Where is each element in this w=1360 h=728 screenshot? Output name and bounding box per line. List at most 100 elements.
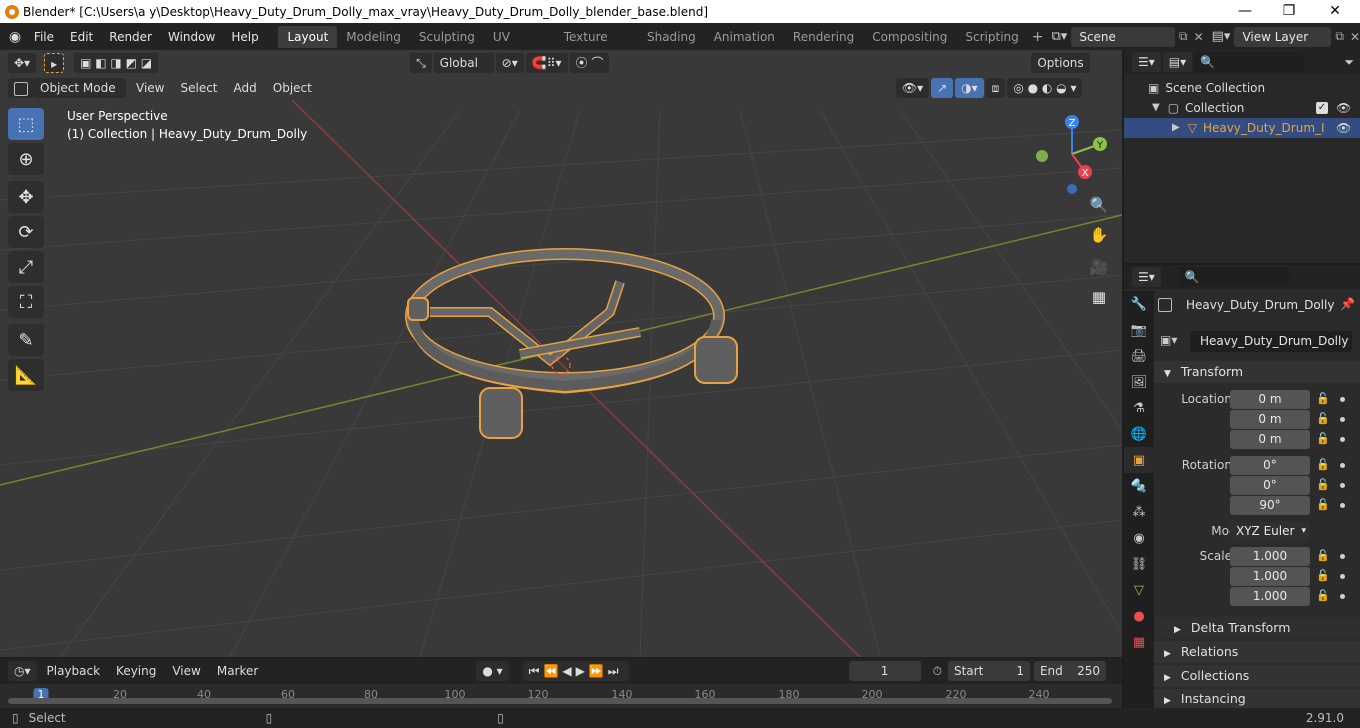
outliner-scene-collection[interactable]: ▣ Scene Collection xyxy=(1124,78,1360,98)
viewport-canvas[interactable] xyxy=(0,50,1122,657)
pan-hand-icon[interactable]: ✋ xyxy=(1086,222,1112,248)
tab-compositing[interactable]: Compositing xyxy=(863,26,956,48)
editor-type-icon[interactable]: ◷▾ xyxy=(8,661,37,681)
proportional-edit-icon[interactable]: ⦿ ⌒ xyxy=(569,52,610,73)
playback-controls[interactable]: ⏮⏪◀▶⏩⏭ xyxy=(522,661,629,681)
rotate-tool-icon[interactable]: ⟳ xyxy=(8,216,44,248)
outliner-search-input[interactable]: 🔍 xyxy=(1194,52,1305,72)
constraints-tab-icon[interactable]: ⛓ xyxy=(1124,551,1154,577)
measure-tool-icon[interactable]: 📐 xyxy=(8,359,44,391)
minimize-button[interactable]: — xyxy=(1222,0,1268,23)
transform-tool-icon[interactable]: ⛶ xyxy=(8,286,44,318)
modifier-tab-icon[interactable]: 🔩 xyxy=(1124,473,1154,499)
maximize-button[interactable]: ❐ xyxy=(1266,0,1312,23)
add-workspace-button[interactable]: + xyxy=(1028,29,1048,45)
object-data-selector-icon[interactable]: ▣▾ xyxy=(1160,333,1177,347)
view-layer-tab-icon[interactable]: 🖼 xyxy=(1124,369,1154,395)
lock-icon[interactable]: 🔓 xyxy=(1316,569,1330,583)
keyframe-dot-icon[interactable] xyxy=(1340,463,1345,468)
filter-icon[interactable]: ⏷ xyxy=(1344,55,1354,70)
mode-icon[interactable] xyxy=(8,78,34,98)
physics-tab-icon[interactable]: ◉ xyxy=(1124,525,1154,551)
lock-icon[interactable]: 🔓 xyxy=(1316,498,1330,512)
new-view-layer-icon[interactable]: ⧉ xyxy=(1335,29,1344,44)
transform-panel-header[interactable]: ▼ Transform xyxy=(1154,361,1360,383)
lock-icon[interactable]: 🔓 xyxy=(1316,549,1330,563)
scale-tool-icon[interactable]: ⤢ xyxy=(8,251,44,283)
location-z-field[interactable]: 0 m xyxy=(1230,430,1310,449)
outliner-object-row[interactable]: ▶ ▽ Heavy_Duty_Drum_I 👁 xyxy=(1124,118,1360,138)
preview-range-icon[interactable]: ⏱ xyxy=(933,664,942,679)
object-tab-icon[interactable]: ▣ xyxy=(1124,447,1154,473)
start-frame-field[interactable]: Start 1 xyxy=(947,661,1030,681)
tab-layout[interactable]: Layout xyxy=(278,25,338,48)
keyframe-dot-icon[interactable] xyxy=(1340,437,1345,442)
output-tab-icon[interactable]: 🖨 xyxy=(1124,343,1154,369)
rotation-z-field[interactable]: 90° xyxy=(1230,496,1310,515)
menu-window[interactable]: Window xyxy=(160,26,223,48)
timeline-ruler[interactable]: 1 20 40 60 80 100 120 140 160 180 200 22… xyxy=(0,685,1122,708)
object-name-field[interactable]: Heavy_Duty_Drum_Dolly xyxy=(1190,331,1352,352)
scale-y-field[interactable]: 1.000 xyxy=(1230,567,1310,586)
tab-modeling[interactable]: Modeling xyxy=(337,26,410,48)
annotate-tool-icon[interactable]: ✎ xyxy=(8,324,44,356)
tool-tab-icon[interactable]: 🔧 xyxy=(1124,291,1154,317)
tab-texture-paint[interactable]: Texture Paint xyxy=(555,26,638,66)
scale-z-field[interactable]: 1.000 xyxy=(1230,587,1310,606)
remove-view-layer-icon[interactable]: ✕ xyxy=(1350,30,1360,44)
snap-icon[interactable]: 🧲⠿▾ xyxy=(525,52,568,73)
mode-dropdown[interactable]: Object Mode xyxy=(34,78,126,98)
collections-panel-header[interactable]: ▶ Collections xyxy=(1154,665,1360,687)
gizmo-toggle-icon[interactable]: ↗ xyxy=(931,78,954,98)
lock-icon[interactable]: 🔓 xyxy=(1316,589,1330,603)
select-tool-icon[interactable]: ▸ xyxy=(44,52,65,73)
keyframe-dot-icon[interactable] xyxy=(1340,483,1345,488)
orientation-dropdown[interactable]: Global xyxy=(433,52,494,73)
visibility-eye-icon[interactable]: 👁 xyxy=(1336,98,1351,118)
instancing-panel-header[interactable]: ▶ Instancing xyxy=(1154,689,1360,708)
pivot-point-icon[interactable]: ⊘▾ xyxy=(495,52,524,73)
timeline-menu-playback[interactable]: Playback xyxy=(39,661,109,681)
new-scene-icon[interactable]: ⧉ xyxy=(1179,29,1188,44)
lock-icon[interactable]: 🔓 xyxy=(1316,412,1330,426)
lock-icon[interactable]: 🔓 xyxy=(1316,478,1330,492)
location-y-field[interactable]: 0 m xyxy=(1230,410,1310,429)
outliner-collection[interactable]: ▼ ▢ Collection ✓ 👁 xyxy=(1124,98,1360,118)
overlay-toggle-icon[interactable]: ◑▾ xyxy=(955,78,984,98)
close-window-button[interactable]: ✕ xyxy=(1312,0,1358,23)
location-x-field[interactable]: 0 m xyxy=(1230,390,1310,409)
view-layer-field[interactable]: View Layer xyxy=(1234,26,1332,47)
tab-animation[interactable]: Animation xyxy=(705,26,784,48)
menu-edit[interactable]: Edit xyxy=(62,26,101,48)
texture-tab-icon[interactable]: ▦ xyxy=(1124,629,1154,655)
exclude-checkbox[interactable]: ✓ xyxy=(1316,102,1328,114)
view-layer-icon[interactable]: ▤▾ xyxy=(1212,29,1231,44)
current-frame-field[interactable]: 1 xyxy=(848,661,921,681)
lock-icon[interactable]: 🔓 xyxy=(1316,458,1330,472)
tab-uv-editing[interactable]: UV Editing xyxy=(484,26,555,66)
menu-help[interactable]: Help xyxy=(223,26,266,48)
lock-icon[interactable]: 🔓 xyxy=(1316,432,1330,446)
scale-x-field[interactable]: 1.000 xyxy=(1230,547,1310,566)
menu-render[interactable]: Render xyxy=(101,26,160,48)
selection-mode-icons[interactable]: ▣ ◧ ◨ ◩ ◪ xyxy=(74,52,159,73)
viewport-menu-select[interactable]: Select xyxy=(172,78,225,98)
zoom-icon[interactable]: 🔍 xyxy=(1086,192,1112,218)
rotation-y-field[interactable]: 0° xyxy=(1230,476,1310,495)
data-tab-icon[interactable]: ▽ xyxy=(1124,577,1154,603)
viewport-menu-object[interactable]: Object xyxy=(265,78,320,98)
remove-scene-icon[interactable]: ✕ xyxy=(1194,30,1204,44)
timeline-menu-view[interactable]: View xyxy=(164,661,208,681)
timeline-scrollbar[interactable] xyxy=(8,698,1112,704)
material-tab-icon[interactable]: ● xyxy=(1124,603,1154,629)
transform-pivot-icon[interactable]: ✥▾ xyxy=(8,52,37,73)
blender-menu-icon[interactable]: ◉ xyxy=(4,29,26,45)
navigation-gizmo[interactable]: Z Y X xyxy=(1030,112,1114,196)
viewport-menu-view[interactable]: View xyxy=(128,78,172,98)
tab-scripting[interactable]: Scripting xyxy=(956,26,1027,48)
end-frame-field[interactable]: End 250 xyxy=(1033,661,1106,681)
keyframe-dot-icon[interactable] xyxy=(1340,397,1345,402)
shading-modes-icons[interactable]: ◎ ● ◐ ◒ ▾ xyxy=(1007,78,1083,98)
tab-shading[interactable]: Shading xyxy=(638,26,705,48)
display-mode-icon[interactable]: ▤▾ xyxy=(1162,52,1193,72)
